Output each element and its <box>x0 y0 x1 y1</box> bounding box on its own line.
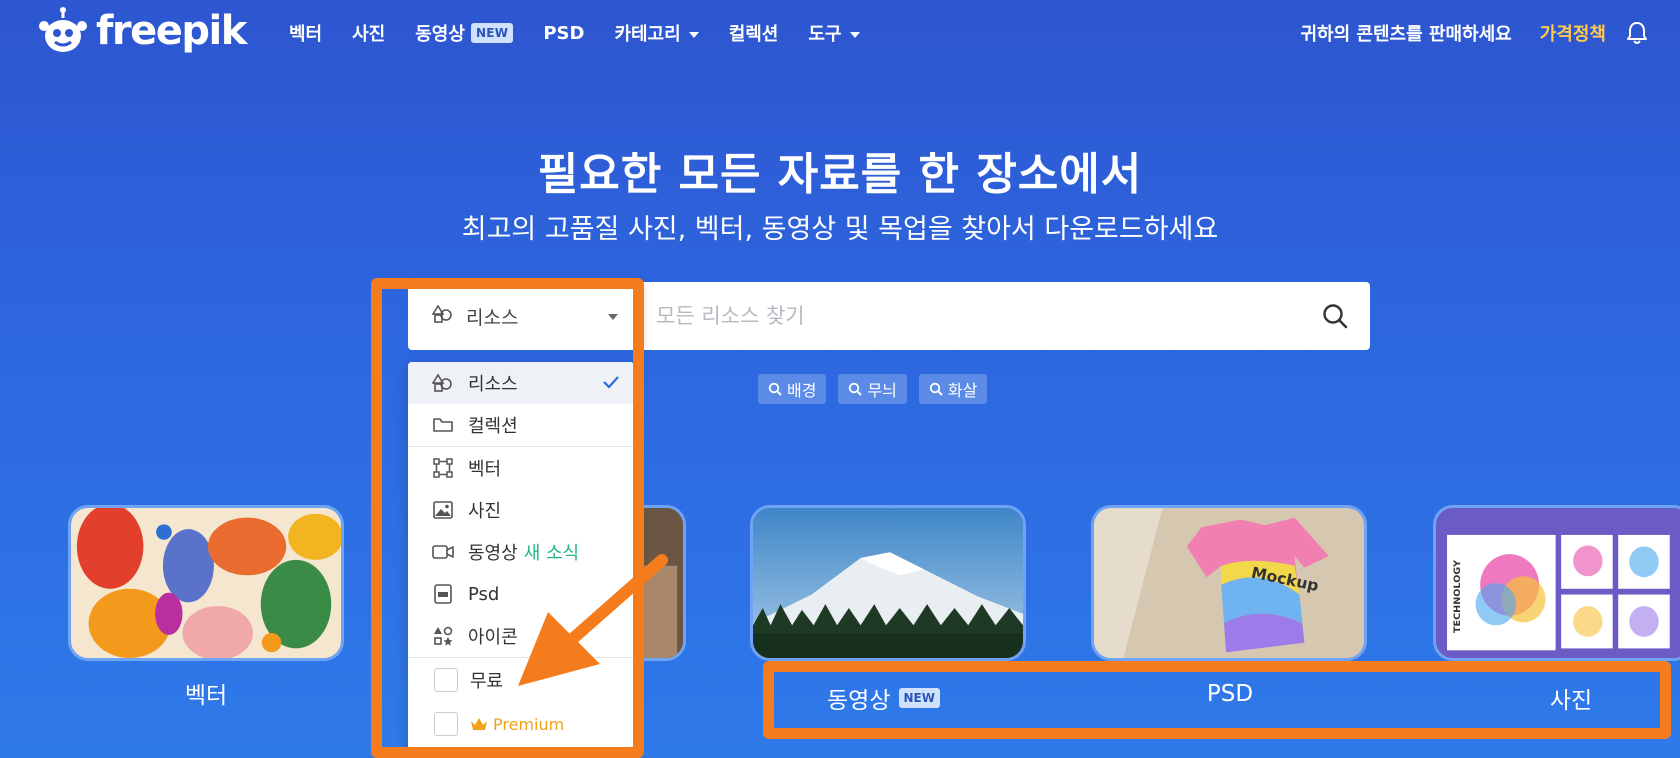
nav-label: 사진 <box>352 24 386 45</box>
tag-label: 화살 <box>947 381 978 400</box>
search-input[interactable] <box>642 282 1300 350</box>
nav-label: 카테고리 <box>614 24 681 45</box>
resource-type-select[interactable]: 리소스 <box>408 282 642 350</box>
premium-label: Premium <box>470 715 564 734</box>
vector-icon <box>432 458 454 478</box>
nav-label: 컬렉션 <box>728 24 779 45</box>
card-label-text: 벡터 <box>184 683 228 709</box>
tag-label: 배경 <box>787 381 817 400</box>
search-icon <box>929 382 943 396</box>
instagram-template-thumbnail: TECHNOLOGY <box>1436 508 1680 658</box>
dropdown-item-resources[interactable]: 리소스 <box>408 362 634 404</box>
mountain-thumbnail <box>753 508 1023 658</box>
bell-icon[interactable] <box>1626 21 1648 45</box>
search-icon <box>1323 304 1348 329</box>
video-icon <box>432 542 454 562</box>
vector-pattern-thumbnail <box>71 508 341 658</box>
new-badge: NEW <box>470 23 514 43</box>
tshirt-mockup-thumbnail: Mockup <box>1094 508 1364 658</box>
chevron-down-icon <box>608 314 618 320</box>
new-feature-label: 새 소식 <box>523 543 580 564</box>
resource-dropdown-menu: 리소스 컬렉션 벡터 사진 동영상 새 소식 Psd 아이콘 무료 Premiu… <box>408 362 634 758</box>
filter-premium[interactable]: Premium <box>408 702 634 746</box>
card-psd[interactable]: Mockup <box>1091 505 1367 661</box>
hero-title: 필요한 모든 자료를 한 장소에서 <box>537 149 1143 200</box>
folder-icon <box>432 415 454 435</box>
tag-chip[interactable]: 화살 <box>918 374 988 404</box>
dropdown-item-icons[interactable]: 아이콘 <box>408 615 634 657</box>
free-label: 무료 <box>470 671 504 692</box>
premium-checkbox[interactable] <box>434 712 458 736</box>
dropdown-item-videos[interactable]: 동영상 새 소식 <box>408 531 634 573</box>
header-right: 귀하의 콘텐츠를 판매하세요 가격정책 <box>1300 20 1648 46</box>
premium-text: Premium <box>493 714 565 734</box>
dropdown-item-label: 컬렉션 <box>468 416 518 437</box>
svg-text:TECHNOLOGY: TECHNOLOGY <box>1452 560 1463 633</box>
search-icon <box>849 382 863 396</box>
nav-psd[interactable]: PSD <box>543 23 584 44</box>
card-label-psd: PSD <box>1132 681 1328 707</box>
nav-photos[interactable]: 사진 <box>352 20 385 46</box>
dropdown-item-label: 벡터 <box>468 459 502 480</box>
card-label-text: PSD <box>1206 681 1254 707</box>
nav-label: PSD <box>543 22 585 44</box>
search-bar: 리소스 <box>408 282 1370 350</box>
card-label-text: 동영상 <box>827 688 891 714</box>
card-label-vectors: 벡터 <box>68 676 344 710</box>
sell-content-link[interactable]: 귀하의 콘텐츠를 판매하세요 <box>1300 20 1511 46</box>
dropdown-item-psd[interactable]: Psd <box>408 573 634 615</box>
nav-label: 벡터 <box>289 24 323 45</box>
hero-subtitle: 최고의 고품질 사진, 벡터, 동영상 및 목업을 찾아서 다운로드하세요 <box>461 214 1219 245</box>
suggested-tags: 배경 무늬 화살 <box>758 374 999 404</box>
card-vectors[interactable] <box>68 505 344 661</box>
dropdown-item-vectors[interactable]: 벡터 <box>408 447 634 489</box>
card-photos[interactable]: TECHNOLOGY <box>1433 505 1680 661</box>
dropdown-item-label: Psd <box>468 583 500 605</box>
dropdown-item-photos[interactable]: 사진 <box>408 489 634 531</box>
psd-icon <box>432 584 454 604</box>
nav-vectors[interactable]: 벡터 <box>289 20 322 46</box>
main-nav: 벡터 사진 동영상 NEW PSD 카테고리 컬렉션 도구 <box>289 20 890 46</box>
freepik-logo[interactable]: freepik <box>36 6 247 58</box>
free-checkbox[interactable] <box>434 668 458 692</box>
filter-free[interactable]: 무료 <box>408 658 634 702</box>
tag-label: 무늬 <box>867 381 897 400</box>
caret-down-icon <box>688 31 699 38</box>
nav-videos[interactable]: 동영상 NEW <box>415 20 514 46</box>
dropdown-item-label: 리소스 <box>468 374 518 395</box>
nav-label: 도구 <box>808 24 842 45</box>
dropdown-item-collections[interactable]: 컬렉션 <box>408 404 634 446</box>
logo-text: freepik <box>96 8 247 54</box>
resources-icon <box>431 303 454 329</box>
pricing-link[interactable]: 가격정책 <box>1540 20 1606 46</box>
card-label-photos: 사진 <box>1480 681 1662 715</box>
nav-tools[interactable]: 도구 <box>808 20 860 46</box>
icons-icon <box>432 626 454 646</box>
checkmark-icon <box>602 374 620 395</box>
nav-collections[interactable]: 컬렉션 <box>729 20 779 46</box>
tag-chip[interactable]: 배경 <box>758 374 827 404</box>
search-button[interactable] <box>1300 282 1370 350</box>
resources-icon <box>432 373 454 393</box>
new-badge: NEW <box>898 688 940 708</box>
resource-select-label: 리소스 <box>466 306 519 329</box>
nav-categories[interactable]: 카테고리 <box>614 20 699 46</box>
photo-icon <box>432 500 454 520</box>
card-label-videos: 동영상 NEW <box>777 681 990 715</box>
card-videos[interactable] <box>750 505 1026 661</box>
dropdown-item-label: 사진 <box>468 501 502 522</box>
dropdown-item-label: 동영상 <box>468 543 518 564</box>
dropdown-item-label: 아이콘 <box>468 627 518 648</box>
caret-down-icon <box>849 31 860 38</box>
nav-label: 동영상 <box>415 24 465 45</box>
crown-icon <box>471 718 487 730</box>
card-label-text: 사진 <box>1549 688 1593 714</box>
tag-chip[interactable]: 무늬 <box>838 374 907 404</box>
search-icon <box>768 382 782 396</box>
freepik-mascot-icon <box>39 7 87 52</box>
